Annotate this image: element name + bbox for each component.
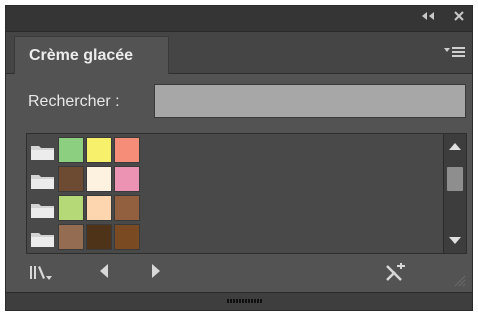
swatch-library-panel: Crème glacée Rechercher : [5, 5, 473, 311]
color-swatch[interactable] [86, 224, 112, 250]
tab-creme-glacee[interactable]: Crème glacée [14, 36, 169, 74]
tab-label: Crème glacée [29, 46, 134, 64]
color-swatch[interactable] [58, 166, 84, 192]
search-label: Rechercher : [28, 93, 120, 110]
next-library-icon[interactable] [150, 263, 162, 279]
folder-icon[interactable] [30, 229, 56, 249]
panel-title-bar[interactable] [6, 6, 472, 32]
swatch-libraries-menu-icon[interactable] [28, 263, 54, 283]
tab-row: Crème glacée [6, 32, 472, 74]
scroll-up-button[interactable] [444, 136, 466, 156]
color-swatch[interactable] [114, 224, 140, 250]
search-input[interactable] [154, 84, 466, 118]
color-swatch[interactable] [58, 195, 84, 221]
color-swatch[interactable] [114, 137, 140, 163]
color-swatch[interactable] [86, 137, 112, 163]
scroll-down-button[interactable] [444, 231, 466, 251]
close-icon[interactable] [453, 10, 465, 25]
folder-icon[interactable] [30, 142, 56, 162]
color-swatch[interactable] [114, 195, 140, 221]
folder-icon[interactable] [30, 200, 56, 220]
resize-handle[interactable] [227, 299, 263, 303]
color-swatch[interactable] [58, 137, 84, 163]
folder-icon[interactable] [30, 171, 56, 191]
vertical-scrollbar[interactable] [443, 134, 466, 253]
color-swatch[interactable] [86, 195, 112, 221]
double-chevron-left-icon[interactable] [421, 10, 435, 24]
swatch-list[interactable] [26, 133, 467, 254]
arrow-up-icon [449, 143, 461, 150]
add-to-swatches-icon[interactable] [384, 263, 406, 283]
color-swatch[interactable] [114, 166, 140, 192]
scroll-thumb[interactable] [447, 167, 463, 191]
panel-footer [6, 292, 472, 310]
color-swatch[interactable] [58, 224, 84, 250]
color-swatch[interactable] [86, 166, 112, 192]
panel-toolbar [6, 256, 472, 288]
previous-library-icon[interactable] [98, 263, 110, 279]
arrow-down-icon [449, 237, 461, 244]
panel-menu-icon[interactable] [444, 45, 466, 61]
resize-grip-icon[interactable] [454, 274, 466, 292]
